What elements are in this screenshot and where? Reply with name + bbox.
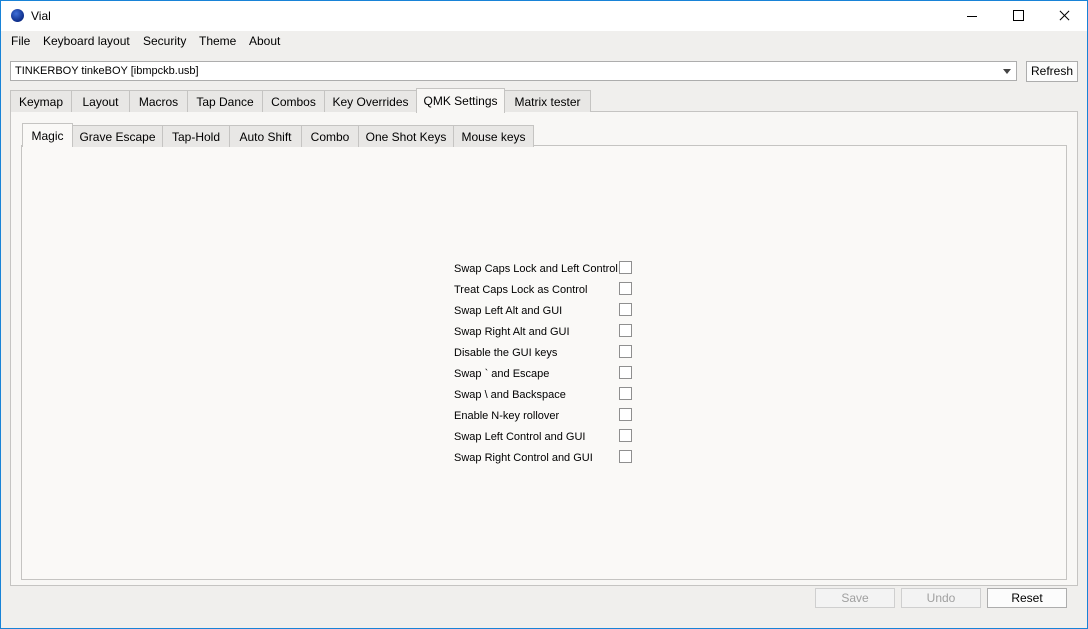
setting-label: Swap Right Control and GUI bbox=[454, 452, 593, 464]
setting-label: Swap ` and Escape bbox=[454, 368, 550, 380]
setting-row: Disable the GUI keys bbox=[454, 344, 636, 365]
setting-row: Treat Caps Lock as Control bbox=[454, 281, 636, 302]
setting-label: Swap Left Alt and GUI bbox=[454, 305, 563, 317]
menu-file[interactable]: File bbox=[11, 34, 30, 48]
save-button[interactable]: Save bbox=[815, 588, 895, 608]
tab-combos[interactable]: Combos bbox=[262, 90, 325, 112]
setting-label: Disable the GUI keys bbox=[454, 347, 558, 359]
device-select-value: TINKERBOY tinkeBOY [ibmpckb.usb] bbox=[15, 65, 199, 77]
subtab-auto-shift[interactable]: Auto Shift bbox=[229, 125, 302, 147]
vial-logo-icon bbox=[11, 9, 24, 22]
setting-checkbox[interactable] bbox=[619, 303, 632, 316]
tab-key-overrides[interactable]: Key Overrides bbox=[324, 90, 417, 112]
subtab-combo[interactable]: Combo bbox=[301, 125, 359, 147]
tab-layout[interactable]: Layout bbox=[71, 90, 130, 112]
setting-label: Treat Caps Lock as Control bbox=[454, 284, 588, 296]
setting-label: Enable N-key rollover bbox=[454, 410, 560, 422]
setting-row: Swap Right Alt and GUI bbox=[454, 323, 636, 344]
window-title: Vial bbox=[31, 9, 51, 23]
chevron-down-icon bbox=[1003, 69, 1011, 74]
setting-row: Swap Right Control and GUI bbox=[454, 449, 636, 470]
setting-checkbox[interactable] bbox=[619, 324, 632, 337]
setting-label: Swap Caps Lock and Left Control bbox=[454, 263, 618, 275]
setting-row: Swap \ and Backspace bbox=[454, 386, 636, 407]
setting-label: Swap \ and Backspace bbox=[454, 389, 566, 401]
maximize-icon[interactable] bbox=[995, 1, 1041, 31]
setting-checkbox[interactable] bbox=[619, 366, 632, 379]
reset-button[interactable]: Reset bbox=[987, 588, 1067, 608]
setting-checkbox[interactable] bbox=[619, 429, 632, 442]
subtab-tap-hold[interactable]: Tap-Hold bbox=[162, 125, 230, 147]
setting-checkbox[interactable] bbox=[619, 261, 632, 274]
setting-label: Swap Right Alt and GUI bbox=[454, 326, 570, 338]
device-select[interactable]: TINKERBOY tinkeBOY [ibmpckb.usb] bbox=[10, 61, 1017, 81]
setting-label: Swap Left Control and GUI bbox=[454, 431, 586, 443]
close-icon[interactable] bbox=[1041, 1, 1087, 31]
tab-matrix-tester[interactable]: Matrix tester bbox=[504, 90, 591, 112]
menu-keyboard-layout[interactable]: Keyboard layout bbox=[43, 34, 130, 48]
tab-tap-dance[interactable]: Tap Dance bbox=[187, 90, 263, 112]
undo-button[interactable]: Undo bbox=[901, 588, 981, 608]
subtab-magic[interactable]: Magic bbox=[22, 123, 73, 147]
setting-row: Swap Caps Lock and Left Control bbox=[454, 260, 636, 281]
subtab-mouse-keys[interactable]: Mouse keys bbox=[453, 125, 534, 147]
setting-checkbox[interactable] bbox=[619, 282, 632, 295]
menu-bar: File Keyboard layout Security Theme Abou… bbox=[1, 31, 1087, 52]
setting-row: Swap Left Control and GUI bbox=[454, 428, 636, 449]
tab-qmk-settings[interactable]: QMK Settings bbox=[416, 88, 505, 113]
setting-checkbox[interactable] bbox=[619, 387, 632, 400]
menu-security[interactable]: Security bbox=[143, 34, 186, 48]
setting-checkbox[interactable] bbox=[619, 345, 632, 358]
tab-keymap[interactable]: Keymap bbox=[10, 90, 72, 112]
tab-macros[interactable]: Macros bbox=[129, 90, 188, 112]
subtab-grave-escape[interactable]: Grave Escape bbox=[72, 125, 163, 147]
setting-checkbox[interactable] bbox=[619, 450, 632, 463]
subtab-one-shot-keys[interactable]: One Shot Keys bbox=[358, 125, 454, 147]
refresh-button[interactable]: Refresh bbox=[1026, 61, 1078, 82]
setting-checkbox[interactable] bbox=[619, 408, 632, 421]
setting-row: Enable N-key rollover bbox=[454, 407, 636, 428]
title-bar: Vial bbox=[1, 1, 1087, 31]
menu-about[interactable]: About bbox=[249, 34, 280, 48]
minimize-icon[interactable] bbox=[949, 1, 995, 31]
setting-row: Swap ` and Escape bbox=[454, 365, 636, 386]
menu-theme[interactable]: Theme bbox=[199, 34, 236, 48]
setting-row: Swap Left Alt and GUI bbox=[454, 302, 636, 323]
